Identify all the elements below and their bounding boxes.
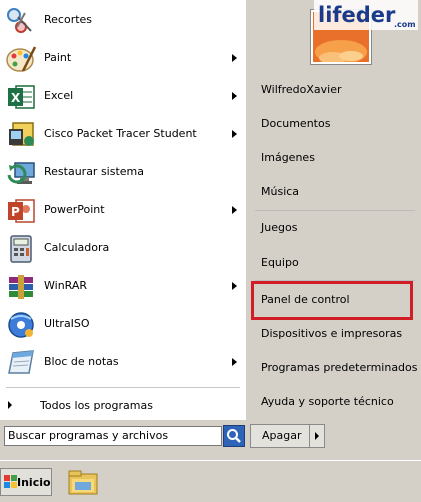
places-item-equipo[interactable]: Equipo [252, 252, 417, 274]
program-item-powerpoint[interactable]: P PowerPoint [0, 192, 246, 230]
submenu-arrow-icon [232, 92, 237, 100]
programs-pane: Recortes Paint X Excel Cisco Packet Trac… [0, 0, 246, 420]
separator [255, 210, 415, 211]
places-item-ayuda[interactable]: Ayuda y soporte técnico [252, 391, 417, 413]
expand-arrow-icon [8, 401, 12, 409]
places-item-label: Dispositivos e impresoras [261, 327, 403, 340]
places-item-label: Documentos [261, 117, 331, 130]
lifeder-logo: lifeder .com [314, 0, 418, 30]
svg-text:lifeder: lifeder [318, 3, 396, 27]
program-label: WinRAR [44, 279, 88, 292]
places-item-label: Programas predeterminados [261, 361, 418, 374]
start-button[interactable]: Inicio [0, 468, 52, 496]
program-label: UltraISO [44, 317, 90, 330]
places-item-juegos[interactable]: Juegos [252, 217, 417, 239]
program-item-paint[interactable]: Paint [0, 40, 246, 78]
all-programs-label: Todos los programas [40, 399, 153, 412]
program-label: Recortes [44, 13, 93, 26]
shutdown-button[interactable]: Apagar [250, 424, 310, 448]
svg-text:P: P [11, 205, 20, 219]
separator [6, 387, 240, 388]
notepad-icon [8, 350, 34, 374]
cisco-packet-tracer-icon [9, 122, 34, 146]
svg-text:.com: .com [394, 20, 416, 29]
program-item-calculadora[interactable]: Calculadora [0, 230, 246, 268]
program-item-restaurar-sistema[interactable]: Restaurar sistema [0, 154, 246, 192]
places-item-programas-predeterminados[interactable]: Programas predeterminados [252, 357, 418, 379]
taskbar: Inicio [0, 460, 421, 502]
program-label: Restaurar sistema [44, 165, 145, 178]
program-label: PowerPoint [44, 203, 105, 216]
submenu-arrow-icon [232, 206, 237, 214]
places-item-musica[interactable]: Música [252, 181, 417, 203]
program-item-cisco-packet-tracer[interactable]: Cisco Packet Tracer Student [0, 116, 246, 154]
places-item-user[interactable]: WilfredoXavier [252, 79, 417, 101]
all-programs-button[interactable]: Todos los programas [0, 393, 246, 417]
shutdown-label: Apagar [262, 429, 302, 442]
highlight-box [251, 281, 413, 320]
places-item-dispositivos[interactable]: Dispositivos e impresoras [252, 323, 417, 345]
winrar-icon [9, 275, 33, 299]
program-label: Bloc de notas [44, 355, 119, 368]
search-input[interactable]: Buscar programas y archivos [4, 426, 222, 446]
calculator-icon [10, 235, 32, 263]
shutdown-options-button[interactable] [309, 424, 325, 448]
program-label: Paint [44, 51, 72, 64]
submenu-arrow-icon [232, 282, 237, 290]
places-item-label: Ayuda y soporte técnico [261, 395, 394, 408]
folder-icon[interactable] [66, 465, 100, 499]
submenu-arrow-icon [232, 130, 237, 138]
program-item-excel[interactable]: X Excel [0, 78, 246, 116]
paint-palette-icon [6, 46, 37, 72]
places-item-documentos[interactable]: Documentos [252, 113, 417, 135]
program-label: Calculadora [44, 241, 110, 254]
svg-text:X: X [11, 91, 21, 105]
program-label: Excel [44, 89, 74, 102]
excel-icon: X [8, 85, 35, 109]
places-item-label: WilfredoXavier [261, 83, 342, 96]
places-item-label: Música [261, 185, 300, 198]
windows-logo-icon [4, 475, 17, 488]
program-item-recortes[interactable]: Recortes [0, 2, 246, 40]
scissors-icon [7, 8, 32, 33]
powerpoint-icon: P [8, 199, 35, 223]
places-item-imagenes[interactable]: Imágenes [252, 147, 417, 169]
start-menu: Recortes Paint X Excel Cisco Packet Trac… [0, 0, 421, 460]
submenu-arrow-icon [232, 54, 237, 62]
chevron-right-icon [315, 432, 319, 440]
places-item-label: Equipo [261, 256, 299, 269]
program-item-winrar[interactable]: WinRAR [0, 268, 246, 306]
system-restore-icon [7, 162, 35, 184]
start-menu-footer: Buscar programas y archivos Apagar [0, 420, 421, 460]
program-label: Cisco Packet Tracer Student [44, 127, 197, 140]
search-placeholder: Buscar programas y archivos [8, 429, 169, 442]
submenu-arrow-icon [232, 358, 237, 366]
program-item-ultraiso[interactable]: UltraISO [0, 306, 246, 344]
places-item-label: Juegos [261, 221, 298, 234]
search-icon [227, 429, 241, 443]
search-button[interactable] [223, 425, 245, 447]
places-item-label: Imágenes [261, 151, 315, 164]
start-label: Inicio [17, 476, 51, 489]
program-item-bloc-de-notas[interactable]: Bloc de notas [0, 344, 246, 382]
ultraiso-icon [8, 312, 34, 338]
